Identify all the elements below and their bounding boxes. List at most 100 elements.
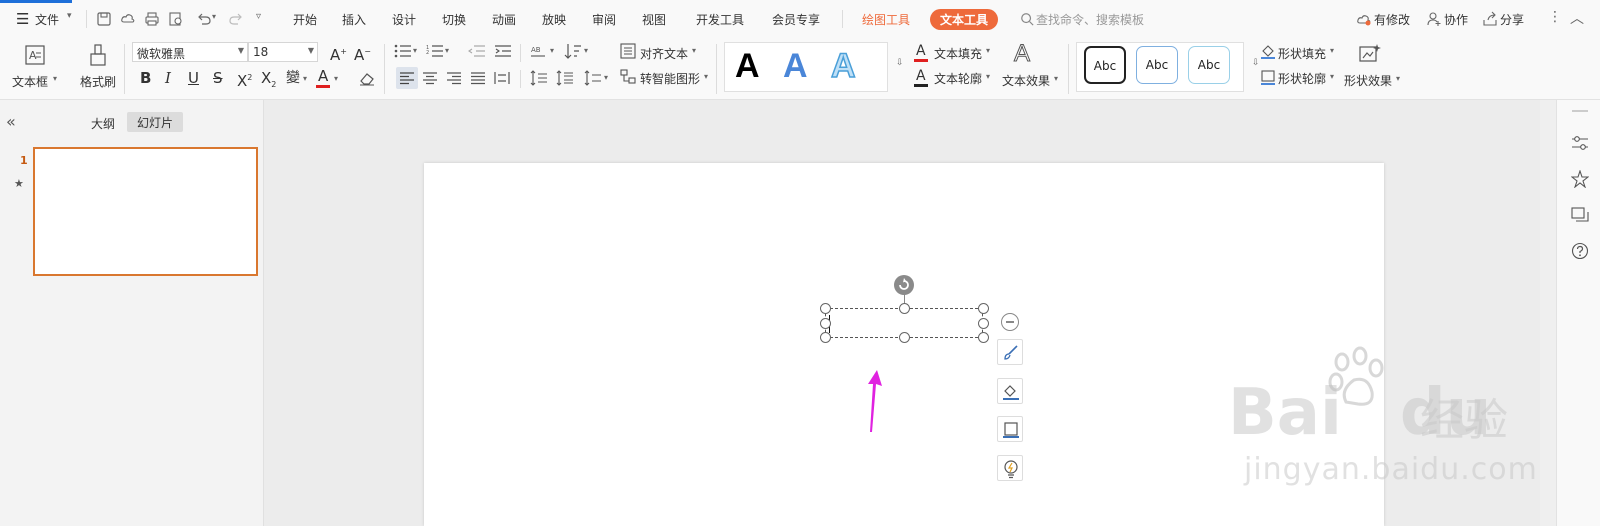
chevron-down-icon[interactable]: ▾ [445,46,449,55]
smart-tips-button[interactable] [997,455,1023,481]
tab-design[interactable]: 设计 [392,11,416,28]
style-button[interactable] [997,339,1023,365]
font-name-dropdown[interactable]: 微软雅黑 ▼ [132,42,248,62]
rotate-handle-icon[interactable] [893,274,915,296]
chevron-down-icon[interactable]: ▾ [550,46,554,55]
tab-developer[interactable]: 开发工具 [696,11,744,28]
tab-slides[interactable]: 幻灯片 [127,112,184,132]
resize-handle-bottom-right[interactable] [978,332,989,343]
chevron-down-icon[interactable]: ▾ [53,74,57,83]
collaborate-icon[interactable] [1426,11,1442,27]
gallery-more-icon[interactable]: ⇩ [896,58,904,68]
paragraph-spacing-icon[interactable] [556,70,574,86]
tab-view[interactable]: 视图 [642,11,666,28]
outline-button[interactable] [997,416,1023,442]
shape-fill-button[interactable]: 形状填充 [1278,45,1326,62]
resize-handle-top-right[interactable] [978,303,989,314]
italic-button[interactable]: I [165,69,171,87]
shape-style-dark[interactable]: Abc [1084,46,1126,84]
font-size-dropdown[interactable]: 18 ▼ [248,42,318,62]
chevron-down-icon[interactable]: ▾ [986,72,990,81]
chevron-down-icon[interactable]: ▾ [584,46,588,55]
chevron-down-icon[interactable]: ▾ [212,12,216,21]
print-preview-icon[interactable] [168,11,184,27]
gallery-more-icon[interactable]: ⇩ [1252,58,1260,68]
print-icon[interactable] [144,11,160,27]
chevron-down-icon[interactable]: ▾ [1330,72,1334,81]
help-icon[interactable] [1571,242,1589,260]
numbered-list-icon[interactable]: 12 [426,44,444,58]
tab-review[interactable]: 审阅 [592,11,616,28]
chevron-down-icon[interactable]: ▾ [704,72,708,81]
shape-outline-button[interactable]: 形状轮廓 [1278,70,1326,87]
slide-thumbnail[interactable] [33,147,258,276]
align-right-icon[interactable] [446,71,462,85]
chevron-down-icon[interactable]: ▾ [67,11,72,21]
tab-transition[interactable]: 切换 [442,11,466,28]
more-options-icon[interactable]: ⋮ [1548,9,1562,25]
tab-text-tools[interactable]: 文本工具 [930,9,999,30]
format-painter-button[interactable]: 格式刷 [80,73,116,90]
wordart-style-black[interactable]: A [735,47,760,86]
align-center-icon[interactable] [422,71,438,85]
increase-indent-icon[interactable] [494,44,512,58]
chevron-down-icon[interactable]: ▾ [413,46,417,55]
cloud-sync-icon[interactable] [1356,11,1372,27]
phonetic-guide-icon[interactable]: 變 [286,69,300,87]
align-left-button[interactable] [396,67,418,89]
resize-handle-right[interactable] [978,318,989,329]
collapse-ribbon-icon[interactable]: ︿ [1570,8,1584,28]
resize-handle-top[interactable] [899,303,910,314]
chevron-down-icon[interactable]: ▾ [986,46,990,55]
fill-button[interactable] [997,378,1023,404]
smart-shape-button[interactable]: 转智能图形 [640,70,700,87]
resize-handle-bottom[interactable] [899,332,910,343]
sort-icon[interactable] [564,43,582,59]
shape-effect-button[interactable]: 形状效果 [1344,72,1392,89]
customize-quick-access-icon[interactable]: ▿ [256,11,261,22]
collapse-toolbar-icon[interactable] [1000,312,1020,332]
resize-handle-top-left[interactable] [820,303,831,314]
tab-insert[interactable]: 插入 [342,11,366,28]
chevron-down-icon[interactable]: ▾ [1330,46,1334,55]
underline-button[interactable]: U [188,69,199,87]
strikethrough-button[interactable]: S [213,69,223,87]
subscript-icon[interactable]: X2 [261,69,276,94]
text-outline-button[interactable]: 文本轮廓 [934,70,982,87]
tab-membership[interactable]: 会员专享 [772,11,820,28]
collaborate-button[interactable]: 协作 [1444,11,1468,28]
text-fill-button[interactable]: 文本填充 [934,45,982,62]
chevron-down-icon[interactable]: ▾ [1396,74,1400,83]
share-button[interactable]: 分享 [1500,11,1524,28]
vertical-scrollbar[interactable] [1540,100,1556,526]
resize-handle-left[interactable] [820,318,831,329]
chevron-down-icon[interactable]: ▾ [604,73,608,82]
redo-icon[interactable] [228,11,244,27]
align-text-button[interactable]: 对齐文本 [640,45,688,62]
animation-icon[interactable] [1571,170,1589,188]
chevron-down-icon[interactable]: ▾ [334,74,338,83]
search-input[interactable]: 查找命令、搜索模板 [1036,11,1144,28]
wordart-style-outline[interactable]: A [830,46,856,86]
has-changes-status[interactable]: 有修改 [1374,11,1410,28]
tab-slideshow[interactable]: 放映 [542,11,566,28]
clear-formatting-icon[interactable] [358,70,376,86]
tab-outline[interactable]: 大纲 [91,115,115,132]
text-effect-button[interactable]: 文本效果 [1002,72,1050,89]
wordart-style-blue[interactable]: A [783,47,808,86]
undo-icon[interactable] [196,11,212,27]
textbox-button[interactable]: 文本框 [12,73,48,90]
spacing-options-icon[interactable] [584,70,602,86]
cloud-icon[interactable] [120,11,136,27]
text-direction-icon[interactable]: AB [530,44,548,58]
tab-drawing-tools[interactable]: 绘图工具 [862,11,910,28]
line-spacing-icon[interactable] [530,70,548,86]
shape-style-light-blue[interactable]: Abc [1188,46,1230,84]
slide-switch-icon[interactable] [1571,206,1589,224]
menu-icon[interactable]: ☰ [16,10,29,28]
chevron-down-icon[interactable]: ▾ [303,74,307,83]
increase-font-size-icon[interactable]: A+ [330,43,347,64]
save-icon[interactable] [96,11,112,27]
collapse-panel-icon[interactable]: « [6,112,16,131]
file-menu[interactable]: 文件 [35,11,59,28]
